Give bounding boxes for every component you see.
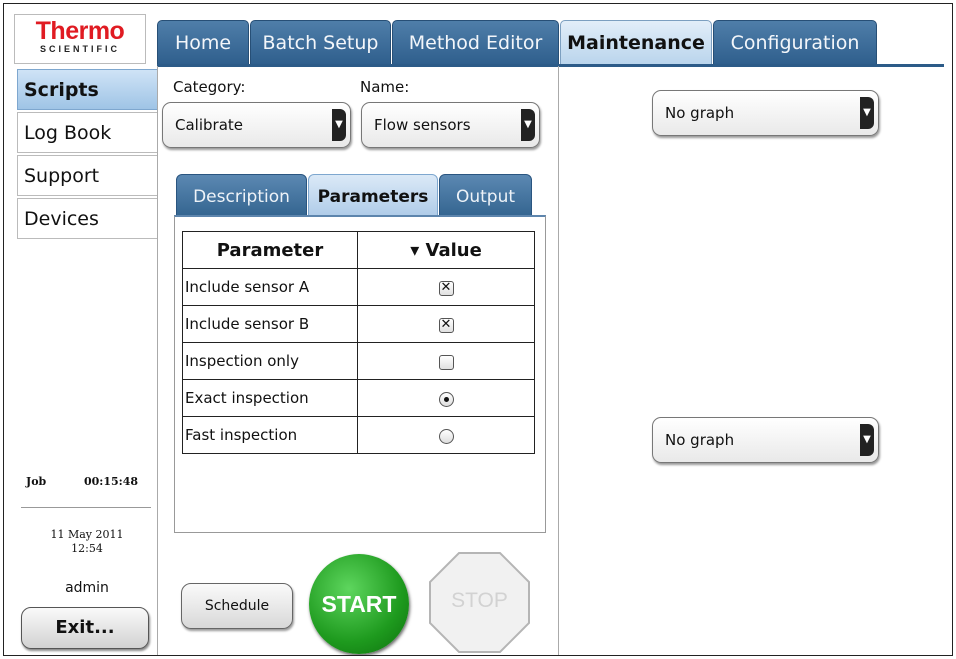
exit-button[interactable]: Exit... [21,607,149,649]
left-column-divider [157,66,158,655]
current-user: admin [65,580,109,596]
graph-select-bottom[interactable]: No graph ▼ [652,417,879,463]
category-label: Category: [173,78,246,96]
name-select[interactable]: Flow sensors ▼ [361,102,540,148]
tab-bar-underline [157,64,944,67]
name-select-value: Flow sensors [374,116,471,134]
sidebar-item-scripts[interactable]: Scripts [17,69,157,110]
name-label: Name: [360,78,410,96]
table-row: Include sensor B [182,305,535,343]
parameter-value-cell [357,342,535,380]
tab-home[interactable]: Home [157,20,249,65]
chevron-down-icon: ▼ [860,424,874,456]
date-time-display: 11 May 2011 12:54 [24,528,150,556]
table-header-row: Parameter ▾ Value [182,231,535,269]
job-label: Job [26,475,47,488]
job-timer: 00:15:48 [84,475,139,488]
graph-select-top[interactable]: No graph ▼ [652,90,879,136]
date-text: 11 May 2011 [50,528,124,541]
chevron-down-icon: ▼ [860,97,874,129]
time-text: 12:54 [71,542,103,555]
column-header-parameter[interactable]: Parameter [182,231,358,269]
thermo-scientific-logo: Thermo SCIENTIFIC [14,14,146,64]
table-row: Fast inspection [182,416,535,454]
app-window: Thermo SCIENTIFIC Home Batch Setup Metho… [3,3,953,656]
table-row: Include sensor A [182,268,535,306]
schedule-button[interactable]: Schedule [181,583,293,629]
include-sensor-b-checkbox[interactable] [438,317,454,333]
stop-button[interactable]: STOP [429,552,530,653]
tab-method-editor[interactable]: Method Editor [392,20,559,65]
tab-batch-setup[interactable]: Batch Setup [250,20,391,65]
sidebar-item-log-book[interactable]: Log Book [17,112,157,153]
tab-description[interactable]: Description [176,174,307,218]
graph-select-bottom-value: No graph [665,431,735,449]
parameter-name: Exact inspection [182,379,358,417]
tab-configuration[interactable]: Configuration [713,20,877,65]
table-row: Exact inspection [182,379,535,417]
parameter-name: Inspection only [182,342,358,380]
right-column-divider [558,66,559,655]
sidebar-divider [21,507,151,508]
tab-output[interactable]: Output [439,174,532,218]
parameters-table: Parameter ▾ Value Include sensor A Inclu… [182,231,535,454]
parameter-value-cell [357,416,535,454]
tab-maintenance[interactable]: Maintenance [560,20,712,66]
graph-select-top-value: No graph [665,104,735,122]
category-select[interactable]: Calibrate ▼ [162,102,351,148]
sidebar-item-devices[interactable]: Devices [17,198,157,239]
category-select-value: Calibrate [175,116,243,134]
include-sensor-a-checkbox[interactable] [438,280,454,296]
inspection-only-checkbox[interactable] [438,354,454,370]
table-row: Inspection only [182,342,535,380]
logo-main-text: Thermo [35,17,125,45]
parameter-name: Fast inspection [182,416,358,454]
parameter-name: Include sensor B [182,305,358,343]
exact-inspection-radio[interactable] [438,391,454,407]
parameter-value-cell [357,379,535,417]
column-header-value[interactable]: ▾ Value [357,231,535,269]
stop-button-label: STOP [451,589,508,612]
parameter-name: Include sensor A [182,268,358,306]
sidebar-item-support[interactable]: Support [17,155,157,196]
parameter-value-cell [357,305,535,343]
parameter-value-cell [357,268,535,306]
chevron-down-icon: ▼ [521,109,535,141]
fast-inspection-radio[interactable] [438,428,454,444]
tab-parameters[interactable]: Parameters [308,174,438,218]
chevron-down-icon: ▼ [332,109,346,141]
start-button[interactable]: START [309,554,409,654]
logo-sub-text: SCIENTIFIC [39,44,120,54]
